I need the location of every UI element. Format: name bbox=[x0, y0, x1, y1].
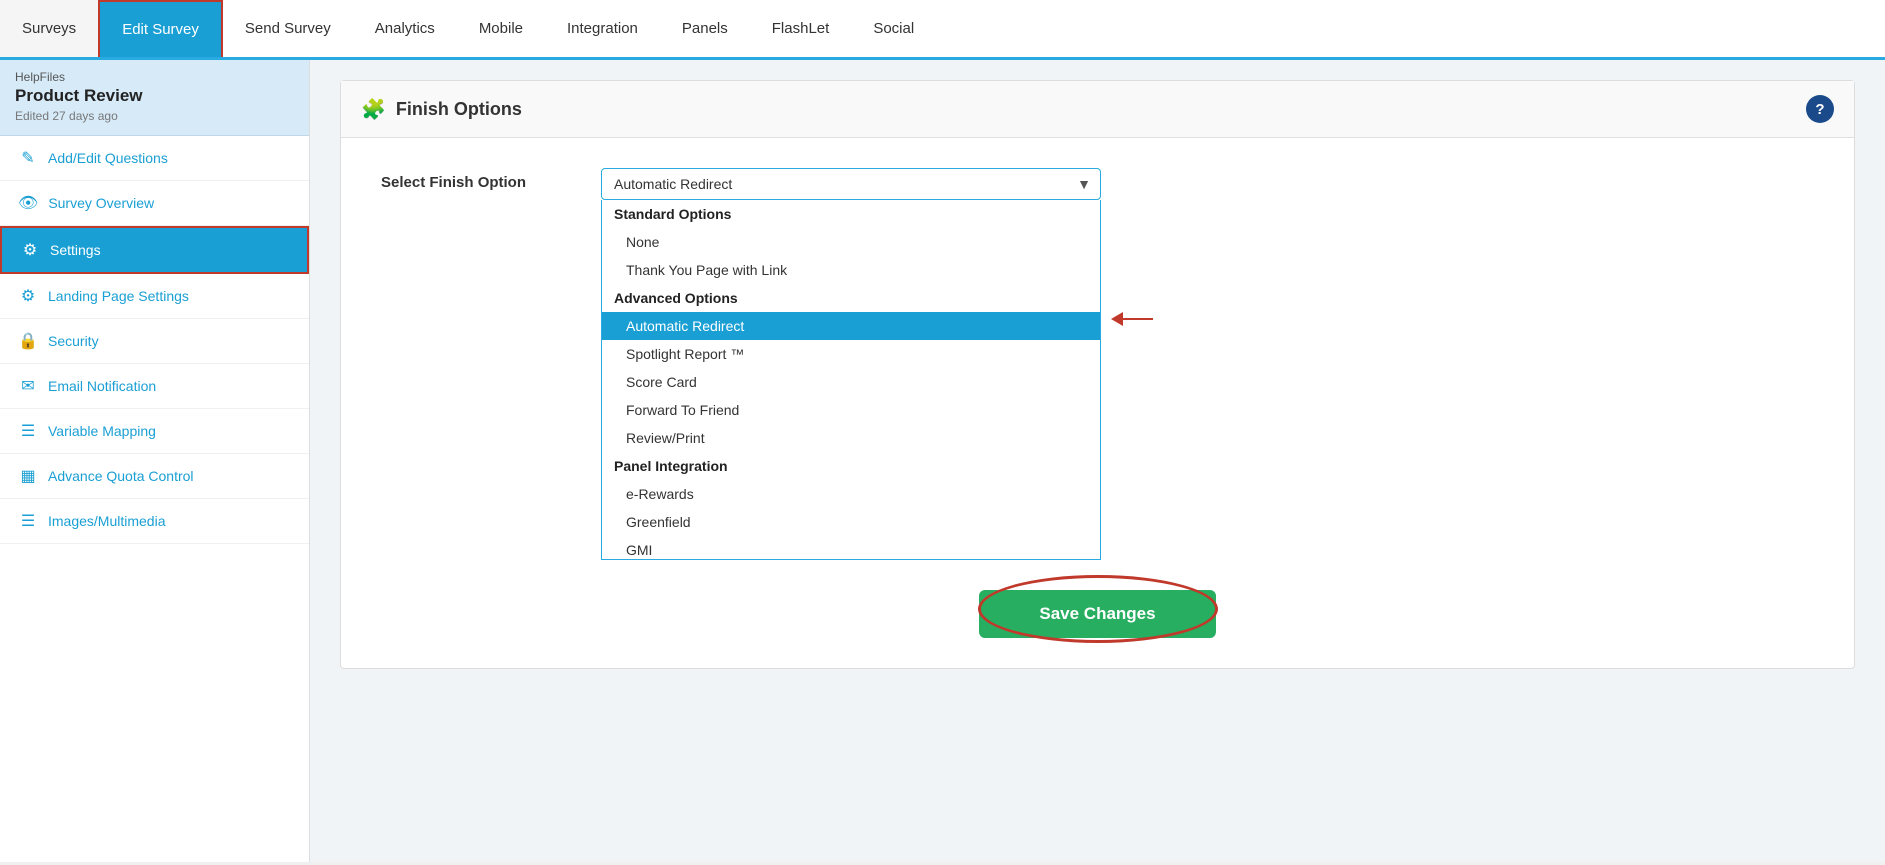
sidebar-label-survey-overview: Survey Overview bbox=[48, 195, 154, 211]
tab-integration[interactable]: Integration bbox=[545, 0, 660, 57]
arrow-head bbox=[1111, 312, 1123, 326]
dropdown-option-spotlight-report-™[interactable]: Spotlight Report ™ bbox=[602, 340, 1100, 368]
panel-header-left: 🧩 Finish Options bbox=[361, 97, 522, 122]
finish-option-label: Select Finish Option bbox=[381, 168, 581, 191]
sidebar-edited: Edited 27 days ago bbox=[15, 109, 294, 123]
help-icon[interactable]: ? bbox=[1806, 95, 1834, 123]
select-wrapper: NoneThank You Page with LinkAutomatic Re… bbox=[601, 168, 1101, 200]
tab-mobile[interactable]: Mobile bbox=[457, 0, 545, 57]
tab-social[interactable]: Social bbox=[851, 0, 936, 57]
sidebar-item-variable-mapping[interactable]: ☰ Variable Mapping bbox=[0, 409, 309, 454]
dropdown-option-greenfield[interactable]: Greenfield bbox=[602, 508, 1100, 536]
dropdown-option-e-rewards[interactable]: e-Rewards bbox=[602, 480, 1100, 508]
sidebar-title: Product Review bbox=[15, 86, 294, 106]
add-edit-questions-icon: ✎ bbox=[18, 148, 38, 168]
security-icon: 🔒 bbox=[18, 331, 38, 351]
sidebar-label-landing-page-settings: Landing Page Settings bbox=[48, 288, 189, 304]
top-navigation: SurveysEdit SurveySend SurveyAnalyticsMo… bbox=[0, 0, 1885, 60]
dropdown-group-advanced-options: Advanced Options bbox=[602, 284, 1100, 312]
advance-quota-control-icon: ▦ bbox=[18, 466, 38, 486]
sidebar-label-settings: Settings bbox=[50, 242, 101, 258]
sidebar-label-advance-quota-control: Advance Quota Control bbox=[48, 468, 194, 484]
arrow-annotation bbox=[1111, 312, 1153, 326]
sidebar-item-landing-page-settings[interactable]: ⚙ Landing Page Settings bbox=[0, 274, 309, 319]
panel-body: Select Finish Option NoneThank You Page … bbox=[341, 138, 1854, 668]
sidebar-item-add-edit-questions[interactable]: ✎ Add/Edit Questions bbox=[0, 136, 309, 181]
sidebar-items-container: ✎ Add/Edit Questions 👁 Survey Overview ⚙ Sett… bbox=[0, 136, 309, 544]
dropdown-option-gmi[interactable]: GMI bbox=[602, 536, 1100, 560]
dropdown-container: NoneThank You Page with Link Automatic Re… bbox=[601, 168, 1101, 560]
sidebar-label-variable-mapping: Variable Mapping bbox=[48, 423, 156, 439]
arrow-line bbox=[1123, 318, 1153, 320]
dropdown-option-automatic-redirect[interactable]: Automatic Redirect bbox=[602, 312, 1100, 340]
sidebar-sub-title: HelpFiles bbox=[15, 70, 294, 84]
panel-header: 🧩 Finish Options ? bbox=[341, 81, 1854, 138]
email-notification-icon: ✉ bbox=[18, 376, 38, 396]
dropdown-list: Standard OptionsNoneThank You Page with … bbox=[601, 200, 1101, 560]
dropdown-group-panel-integration: Panel Integration bbox=[602, 452, 1100, 480]
sidebar-label-add-edit-questions: Add/Edit Questions bbox=[48, 150, 168, 166]
variable-mapping-icon: ☰ bbox=[18, 421, 38, 441]
sidebar-item-advance-quota-control[interactable]: ▦ Advance Quota Control bbox=[0, 454, 309, 499]
sidebar-item-survey-overview[interactable]: 👁 Survey Overview bbox=[0, 181, 309, 226]
tab-send-survey[interactable]: Send Survey bbox=[223, 0, 353, 57]
tab-flashlet[interactable]: FlashLet bbox=[750, 0, 852, 57]
sidebar-label-security: Security bbox=[48, 333, 99, 349]
sidebar-item-email-notification[interactable]: ✉ Email Notification bbox=[0, 364, 309, 409]
dropdown-option-forward-to-friend[interactable]: Forward To Friend bbox=[602, 396, 1100, 424]
survey-overview-icon: 👁 bbox=[18, 193, 38, 213]
sidebar-item-images-multimedia[interactable]: ☰ Images/Multimedia bbox=[0, 499, 309, 544]
tab-panels[interactable]: Panels bbox=[660, 0, 750, 57]
finish-option-row: Select Finish Option NoneThank You Page … bbox=[381, 168, 1814, 560]
sidebar-item-security[interactable]: 🔒 Security bbox=[0, 319, 309, 364]
settings-icon: ⚙ bbox=[20, 240, 40, 260]
sidebar: HelpFiles Product Review Edited 27 days … bbox=[0, 60, 310, 862]
images-multimedia-icon: ☰ bbox=[18, 511, 38, 531]
tab-analytics[interactable]: Analytics bbox=[353, 0, 457, 57]
tab-edit-survey[interactable]: Edit Survey bbox=[98, 0, 223, 57]
sidebar-item-settings[interactable]: ⚙ Settings bbox=[0, 226, 309, 274]
panel-title: Finish Options bbox=[396, 99, 522, 120]
main-content: 🧩 Finish Options ? Select Finish Option … bbox=[310, 60, 1885, 862]
finish-options-panel: 🧩 Finish Options ? Select Finish Option … bbox=[340, 80, 1855, 669]
sidebar-header: HelpFiles Product Review Edited 27 days … bbox=[0, 60, 309, 136]
landing-page-settings-icon: ⚙ bbox=[18, 286, 38, 306]
dropdown-option-thank-you-page-with-link[interactable]: Thank You Page with Link bbox=[602, 256, 1100, 284]
main-layout: HelpFiles Product Review Edited 27 days … bbox=[0, 60, 1885, 862]
puzzle-icon: 🧩 bbox=[361, 97, 386, 122]
dropdown-option-review/print[interactable]: Review/Print bbox=[602, 424, 1100, 452]
dropdown-option-none[interactable]: None bbox=[602, 228, 1100, 256]
finish-option-select[interactable]: NoneThank You Page with LinkAutomatic Re… bbox=[601, 168, 1101, 200]
sidebar-label-email-notification: Email Notification bbox=[48, 378, 156, 394]
sidebar-label-images-multimedia: Images/Multimedia bbox=[48, 513, 166, 529]
tab-surveys[interactable]: Surveys bbox=[0, 0, 98, 57]
save-changes-button[interactable]: Save Changes bbox=[979, 590, 1215, 638]
dropdown-option-score-card[interactable]: Score Card bbox=[602, 368, 1100, 396]
dropdown-group-standard-options: Standard Options bbox=[602, 200, 1100, 228]
save-area: Save Changes bbox=[381, 580, 1814, 638]
